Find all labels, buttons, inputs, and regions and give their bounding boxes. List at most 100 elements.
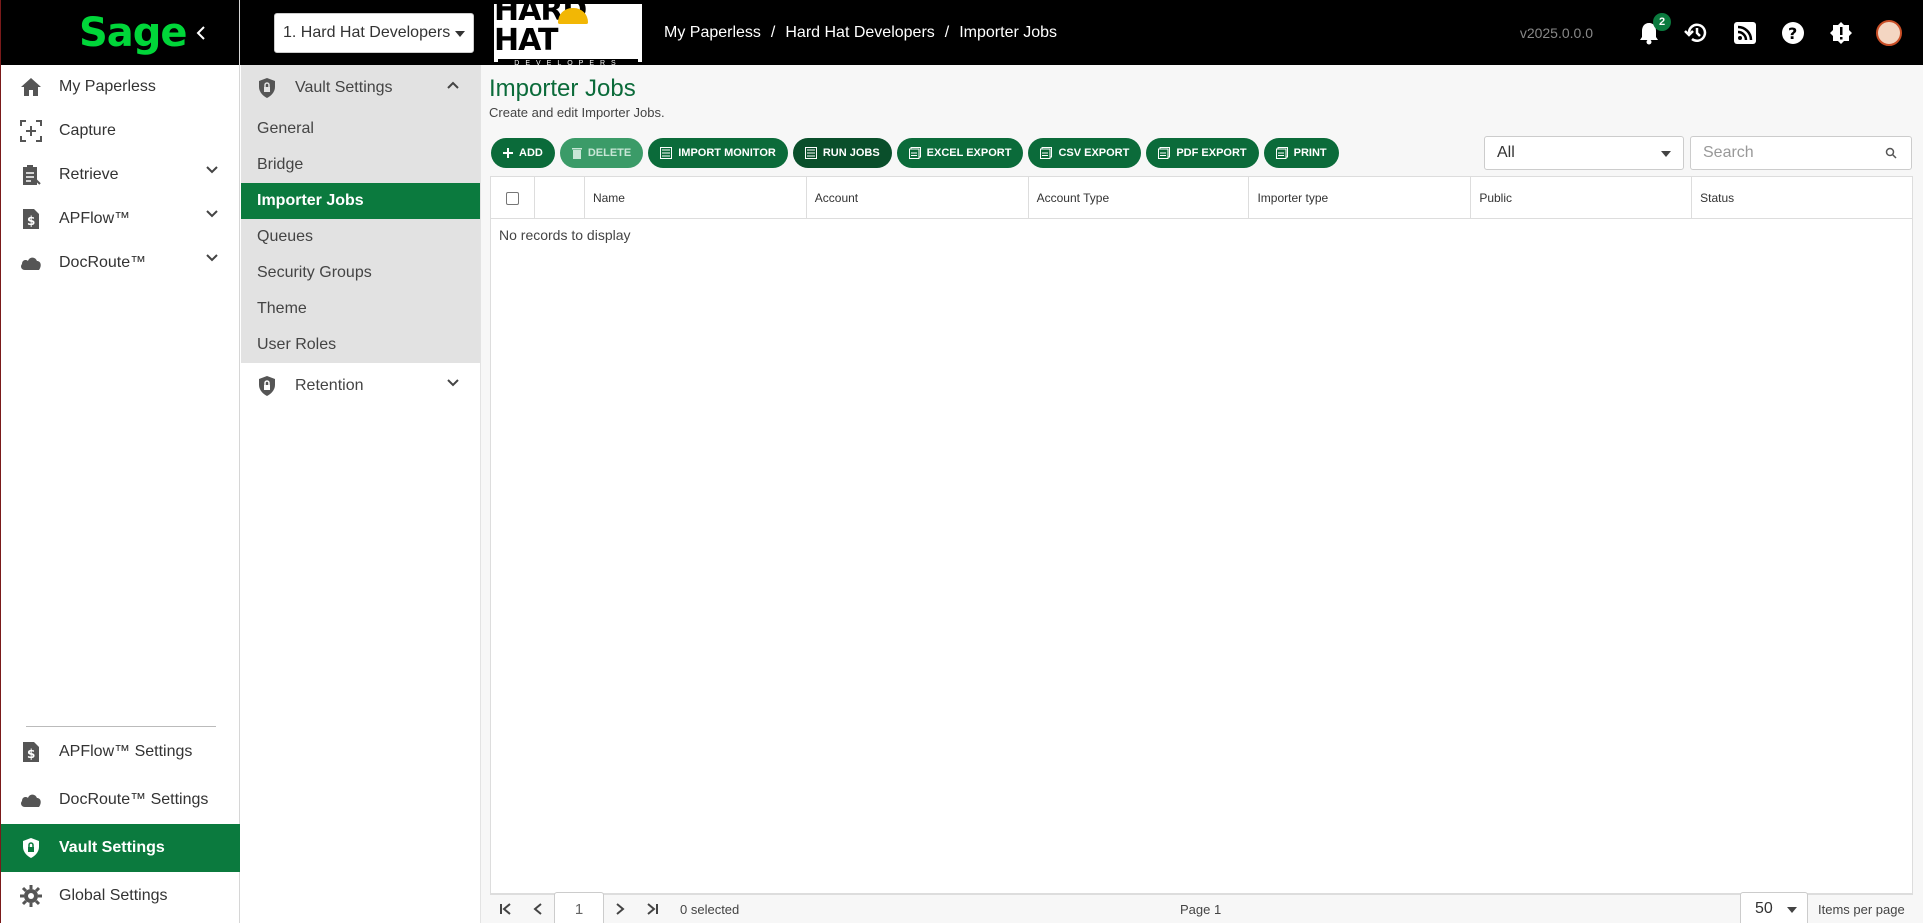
shield-lock-icon bbox=[257, 77, 279, 99]
plus-icon bbox=[503, 148, 513, 158]
help-icon[interactable]: ? bbox=[1779, 19, 1807, 47]
delete-button[interactable]: DELETE bbox=[559, 138, 644, 168]
sidebar-item-retrieve[interactable]: Retrieve bbox=[1, 153, 239, 197]
column-header-importer-type[interactable]: Importer type bbox=[1249, 177, 1472, 219]
notifications-bell-icon[interactable]: 2 bbox=[1635, 12, 1671, 47]
chevron-down-icon bbox=[446, 378, 460, 388]
select-all-checkbox[interactable] bbox=[505, 191, 519, 205]
vault-select[interactable]: 1. Hard Hat Developers bbox=[274, 12, 474, 53]
sidebar-settings-nav: $ APFlow™ Settings DocRoute™ Settings Va… bbox=[1, 728, 240, 920]
page-size-select[interactable]: 50 bbox=[1740, 892, 1808, 923]
search-icon[interactable] bbox=[1885, 147, 1897, 159]
select-all-cell bbox=[491, 177, 535, 219]
gear-icon bbox=[19, 884, 43, 908]
retention-header[interactable]: Retention bbox=[241, 363, 480, 409]
breadcrumb-item-vault[interactable]: Hard Hat Developers bbox=[785, 24, 934, 42]
print-icon bbox=[1275, 147, 1288, 159]
chevron-down-icon bbox=[205, 165, 219, 175]
last-page-icon[interactable] bbox=[636, 893, 668, 923]
top-header: 1. Hard Hat Developers HARD HAT DEVELOPE… bbox=[240, 0, 1923, 69]
sidebar-divider bbox=[26, 726, 216, 727]
svg-text:$: $ bbox=[27, 214, 35, 228]
sidebar-item-label: Retrieve bbox=[59, 166, 119, 183]
chevron-up-icon bbox=[446, 80, 460, 90]
collapse-sidebar-icon[interactable] bbox=[195, 25, 219, 41]
cloud-icon bbox=[19, 251, 43, 275]
add-button-label: ADD bbox=[519, 147, 543, 159]
empty-grid-message: No records to display bbox=[499, 227, 631, 243]
column-header-public[interactable]: Public bbox=[1471, 177, 1693, 219]
sidebar-item-label: Vault Settings bbox=[59, 839, 165, 856]
run-jobs-button-label: RUN JOBS bbox=[822, 147, 880, 159]
column-header-account-type[interactable]: Account Type bbox=[1029, 177, 1250, 219]
next-page-icon[interactable] bbox=[604, 893, 636, 923]
sidebar-item-global-settings[interactable]: Global Settings bbox=[1, 872, 240, 920]
sidebar-item-vault-settings[interactable]: Vault Settings bbox=[1, 824, 240, 872]
delete-button-label: DELETE bbox=[587, 147, 632, 159]
user-avatar[interactable] bbox=[1875, 19, 1903, 47]
grid-header-spacer bbox=[535, 177, 585, 219]
home-icon bbox=[19, 75, 43, 99]
page-number-input[interactable] bbox=[554, 892, 604, 923]
clipboard-icon bbox=[19, 163, 43, 187]
breadcrumb-item-my-paperless[interactable]: My Paperless bbox=[664, 24, 761, 42]
search-input[interactable] bbox=[1691, 137, 1871, 169]
filter-select-value: All bbox=[1497, 144, 1515, 161]
version-label: v2025.0.0.0 bbox=[1519, 24, 1593, 41]
sidebar-item-apflow-settings[interactable]: $ APFlow™ Settings bbox=[1, 728, 240, 776]
subpanel-item-general[interactable]: General bbox=[241, 111, 480, 147]
import-monitor-button[interactable]: IMPORT MONITOR bbox=[648, 138, 788, 168]
export-file-icon bbox=[1040, 147, 1053, 159]
alert-badge-icon[interactable] bbox=[1827, 19, 1855, 47]
history-icon[interactable] bbox=[1683, 19, 1711, 47]
cloud-icon bbox=[19, 788, 43, 812]
shield-lock-icon bbox=[257, 375, 279, 397]
subpanel-item-queues[interactable]: Queues bbox=[241, 219, 480, 255]
subpanel-item-importer-jobs[interactable]: Importer Jobs bbox=[241, 183, 480, 219]
pdf-export-button[interactable]: PDF EXPORT bbox=[1146, 138, 1259, 168]
column-header-status[interactable]: Status bbox=[1692, 177, 1912, 219]
breadcrumb-item-current: Importer Jobs bbox=[959, 23, 1058, 41]
page-size-label: Items per page bbox=[1818, 901, 1905, 917]
settings-subpanel: Vault Settings General Bridge Importer J… bbox=[241, 65, 481, 923]
export-file-icon bbox=[1158, 147, 1171, 159]
sidebar-logo-row: Sage bbox=[1, 0, 239, 65]
notifications-badge: 2 bbox=[1653, 12, 1671, 31]
add-button[interactable]: ADD bbox=[491, 138, 555, 168]
sidebar-item-capture[interactable]: Capture bbox=[1, 109, 239, 153]
print-button[interactable]: PRINT bbox=[1263, 138, 1339, 168]
company-logo: HARD HAT DEVELOPERS bbox=[494, 0, 642, 69]
sidebar-item-my-paperless[interactable]: My Paperless bbox=[1, 65, 239, 109]
run-jobs-button[interactable]: RUN JOBS bbox=[792, 138, 892, 168]
csv-export-button[interactable]: CSV EXPORT bbox=[1028, 138, 1142, 168]
sidebar-nav: My Paperless Capture Retrieve $ APFlow™ bbox=[1, 65, 239, 285]
previous-page-icon[interactable] bbox=[522, 893, 554, 923]
sidebar-item-docroute[interactable]: DocRoute™ bbox=[1, 241, 239, 285]
svg-text:$: $ bbox=[27, 747, 35, 761]
grid-pager: 0 selected Page 1 50 Items per page bbox=[490, 892, 1913, 923]
rss-feed-icon[interactable] bbox=[1731, 19, 1759, 47]
list-icon bbox=[804, 147, 817, 159]
page-title: Importer Jobs bbox=[489, 75, 636, 102]
subpanel-item-user-roles[interactable]: User Roles bbox=[241, 327, 480, 363]
subpanel-item-bridge[interactable]: Bridge bbox=[241, 147, 480, 183]
vault-settings-header[interactable]: Vault Settings bbox=[241, 65, 480, 111]
dollar-doc-icon: $ bbox=[19, 207, 43, 231]
csv-export-button-label: CSV EXPORT bbox=[1058, 147, 1130, 159]
column-header-name[interactable]: Name bbox=[585, 177, 807, 219]
filter-select[interactable]: All bbox=[1484, 136, 1684, 170]
subpanel-item-theme[interactable]: Theme bbox=[241, 291, 480, 327]
sidebar-item-label: APFlow™ Settings bbox=[59, 743, 193, 760]
first-page-icon[interactable] bbox=[490, 893, 522, 923]
caret-down-icon bbox=[455, 30, 465, 37]
sidebar-item-apflow[interactable]: $ APFlow™ bbox=[1, 197, 239, 241]
subpanel-item-security-groups[interactable]: Security Groups bbox=[241, 255, 480, 291]
import-monitor-button-label: IMPORT MONITOR bbox=[678, 147, 776, 159]
breadcrumb-separator: / bbox=[944, 23, 950, 41]
page-info: Page 1 bbox=[1180, 901, 1222, 917]
sidebar-item-docroute-settings[interactable]: DocRoute™ Settings bbox=[1, 776, 240, 824]
column-header-account[interactable]: Account bbox=[807, 177, 1029, 219]
sidebar-item-label: Capture bbox=[59, 122, 116, 139]
capture-icon bbox=[19, 119, 43, 143]
excel-export-button[interactable]: EXCEL EXPORT bbox=[896, 138, 1024, 168]
